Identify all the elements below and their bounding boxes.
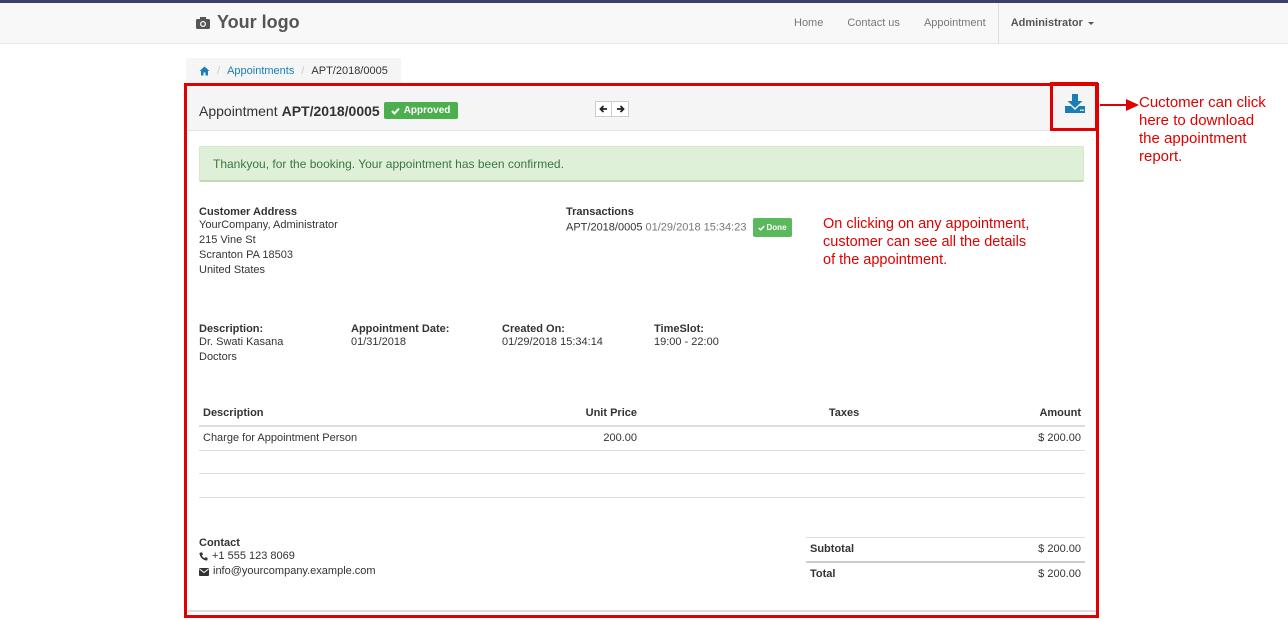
breadcrumb-appointments[interactable]: Appointments: [227, 65, 294, 77]
user-name: Administrator: [1010, 17, 1083, 29]
description-field: Description: Dr. Swati Kasana Doctors: [199, 323, 283, 365]
check-icon: [757, 224, 765, 231]
column-amount: Amount: [931, 402, 1085, 427]
appointment-lines-table: Description Unit Price Taxes Amount Char…: [199, 402, 1085, 451]
total-value: $ 200.00: [947, 560, 1085, 586]
details-annotation: On clicking on any appointment, customer…: [823, 215, 1029, 269]
address-line: United States: [199, 264, 266, 276]
column-description: Description: [199, 402, 529, 427]
total-row: Total $ 200.00: [806, 560, 1085, 586]
download-annotation: Cuctomer can click here to download the …: [1139, 94, 1266, 166]
description-value: Doctors: [199, 351, 237, 363]
panel-bottom-border: [188, 610, 1096, 612]
annotation-arrow: [1100, 99, 1139, 111]
address-line: Scranton PA 18503: [199, 249, 293, 261]
breadcrumb-separator: /: [301, 64, 305, 77]
line-unit-price: 200.00: [529, 426, 641, 451]
transactions-block: Transactions APT/2018/0005 01/29/2018 15…: [566, 206, 792, 237]
table-header-row: Description Unit Price Taxes Amount: [199, 402, 1085, 427]
user-menu[interactable]: Administrator: [997, 3, 1106, 43]
transaction-row: APT/2018/0005 01/29/2018 15:34:23 Done: [566, 218, 792, 237]
column-taxes: Taxes: [641, 402, 931, 427]
subtotal-label: Subtotal: [806, 537, 948, 562]
customer-address-block: Customer Address YourCompany, Administra…: [199, 206, 338, 278]
divider: [199, 497, 1085, 498]
description-label: Description:: [199, 323, 264, 335]
line-amount: $ 200.00: [931, 426, 1085, 451]
address-line: YourCompany, Administrator: [199, 219, 338, 231]
contact-phone-row: +1 555 123 8069: [199, 549, 376, 564]
created-on-field: Created On: 01/29/2018 15:34:14: [502, 323, 603, 350]
contact-email[interactable]: info@yourcompany.example.com: [213, 564, 376, 579]
annotation-line: here to download: [1139, 112, 1255, 129]
line-description: Charge for Appointment Person: [199, 426, 529, 451]
contact-block: Contact +1 555 123 8069 info@yourcompany…: [199, 537, 376, 579]
envelope-icon: [199, 567, 209, 576]
download-icon[interactable]: [1064, 94, 1086, 114]
annotation-line: the appointment: [1139, 130, 1247, 147]
divider: [199, 473, 1085, 474]
annotation-line: customer can see all the details: [823, 234, 1027, 250]
phone-icon: [199, 552, 208, 561]
line-taxes: [641, 426, 931, 451]
nav-contact-us[interactable]: Contact us: [835, 3, 912, 43]
annotation-line: Cuctomer can click: [1139, 94, 1266, 111]
main-nav: Home Contact us Appointment Administrato…: [782, 3, 1106, 43]
caret-down-icon: [1087, 21, 1094, 25]
transaction-ref: APT/2018/0005: [566, 221, 643, 234]
transaction-status-badge: Done: [752, 218, 792, 237]
site-logo[interactable]: Your logo: [195, 12, 300, 33]
camera-icon: [196, 16, 210, 29]
annotation-line: report.: [1139, 148, 1183, 165]
nav-appointment[interactable]: Appointment: [912, 3, 998, 43]
created-on-value: 01/29/2018 15:34:14: [502, 336, 603, 348]
contact-email-row: info@yourcompany.example.com: [199, 564, 376, 579]
breadcrumb-separator: /: [217, 64, 221, 77]
appointment-date-value: 01/31/2018: [351, 336, 407, 348]
created-on-label: Created On:: [502, 323, 565, 335]
subtotal-row: Subtotal $ 200.00: [806, 537, 1085, 562]
transaction-status: Done: [766, 223, 787, 232]
logo-text: Your logo: [217, 12, 300, 32]
appointment-date-field: Appointment Date: 01/31/2018: [351, 323, 449, 350]
transaction-date: 01/29/2018 15:34:23: [645, 221, 747, 234]
annotation-line: On clicking on any appointment,: [823, 216, 1030, 232]
address-line: 215 Vine St: [199, 234, 256, 246]
annotation-line: of the appointment.: [823, 252, 948, 268]
column-unit-price: Unit Price: [529, 402, 641, 427]
breadcrumb-current: APT/2018/0005: [311, 64, 388, 77]
contact-phone: +1 555 123 8069: [212, 550, 295, 562]
navbar: Your logo Home Contact us Appointment Ad…: [0, 3, 1288, 44]
contact-label: Contact: [199, 537, 240, 549]
appointment-date-label: Appointment Date:: [351, 323, 450, 335]
nav-home[interactable]: Home: [782, 3, 835, 43]
customer-address-label: Customer Address: [199, 206, 298, 218]
total-label: Total: [806, 560, 948, 586]
breadcrumb: / Appointments / APT/2018/0005: [186, 58, 401, 83]
home-icon[interactable]: [199, 66, 210, 76]
description-value: Dr. Swati Kasana: [199, 336, 284, 348]
table-row: Charge for Appointment Person 200.00 $ 2…: [199, 426, 1085, 451]
timeslot-label: TimeSlot:: [654, 323, 704, 335]
timeslot-value: 19:00 - 22:00: [654, 336, 719, 348]
subtotal-value: $ 200.00: [947, 537, 1085, 562]
confirmation-alert: Thankyou, for the booking. Your appointm…: [199, 146, 1084, 182]
transactions-label: Transactions: [566, 206, 634, 218]
timeslot-field: TimeSlot: 19:00 - 22:00: [654, 323, 719, 350]
totals-table: Subtotal $ 200.00 Total $ 200.00: [806, 537, 1085, 586]
